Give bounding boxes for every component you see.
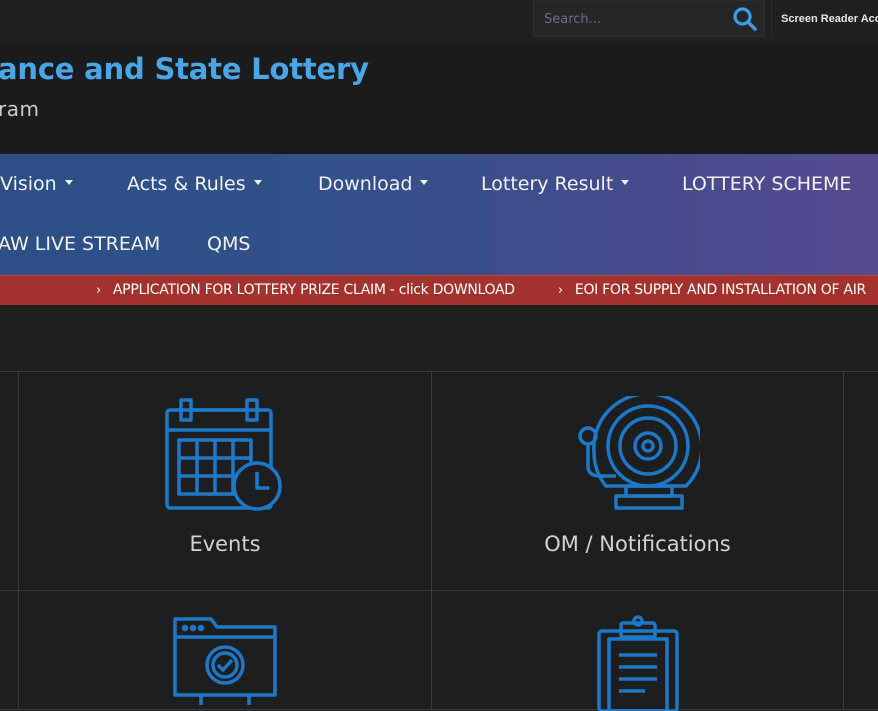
caret-down-icon [253,180,262,185]
nav-item-draw-live-stream[interactable]: AW LIVE STREAM [0,233,160,255]
caret-down-icon [64,180,73,185]
bell-icon [576,396,700,516]
ticker-item-text: EOI FOR SUPPLY AND INSTALLATION OF AIR [574,282,866,298]
chevron-right-icon: › [558,283,563,298]
tile-label: OM / Notifications [544,532,731,556]
nav-item-label: Vision [0,173,57,195]
folder-check-icon [171,615,281,705]
chevron-right-icon: › [96,283,101,298]
tile-documents[interactable] [18,590,432,710]
top-utility-bar: Screen Reader Acc [0,0,878,42]
nav-item-qms[interactable]: QMS [207,233,250,255]
nav-item-label: QMS [207,233,251,255]
site-subtitle: ram [0,97,40,121]
nav-item-label: AW LIVE STREAM [0,233,161,255]
nav-item-label: Download [318,173,413,195]
tile-partial-left [0,371,19,591]
tile-reports[interactable] [431,590,844,711]
nav-item-acts-rules[interactable]: Acts & Rules [127,173,262,195]
nav-item-label: Acts & Rules [127,173,246,195]
caret-down-icon [621,180,630,185]
caret-down-icon [420,180,429,185]
tile-partial-right [843,590,878,710]
news-ticker: › APPLICATION FOR LOTTERY PRIZE CLAIM - c… [0,275,878,305]
main-navigation: Vision Acts & Rules Download Lottery Res… [0,154,878,275]
calendar-clock-icon [165,396,285,512]
tile-partial-left [0,590,19,710]
ticker-item[interactable]: › EOI FOR SUPPLY AND INSTALLATION OF AIR [558,282,866,298]
clipboard-icon [595,615,681,711]
nav-item-vision[interactable]: Vision [0,173,73,195]
nav-item-lottery-result[interactable]: Lottery Result [481,173,630,195]
search-icon[interactable] [732,6,758,32]
search-input[interactable] [544,9,724,29]
site-header: ance and State Lottery ram [0,42,878,154]
tile-events[interactable]: Events [18,371,432,591]
ticker-item[interactable]: › APPLICATION FOR LOTTERY PRIZE CLAIM - c… [96,282,515,298]
search-box [533,0,765,37]
quick-links-section: Events OM / Notifications [0,305,878,711]
nav-item-lottery-scheme[interactable]: LOTTERY SCHEME [682,173,851,195]
nav-item-label: LOTTERY SCHEME [682,173,852,195]
screen-reader-access-link[interactable]: Screen Reader Acc [771,0,878,37]
nav-item-label: Lottery Result [481,173,614,195]
tile-partial-right [843,371,878,591]
nav-item-download[interactable]: Download [318,173,429,195]
tile-om-notifications[interactable]: OM / Notifications [431,371,844,591]
tile-label: Events [189,532,261,556]
ticker-item-text: APPLICATION FOR LOTTERY PRIZE CLAIM - cl… [112,282,515,298]
site-title[interactable]: ance and State Lottery [0,52,369,86]
